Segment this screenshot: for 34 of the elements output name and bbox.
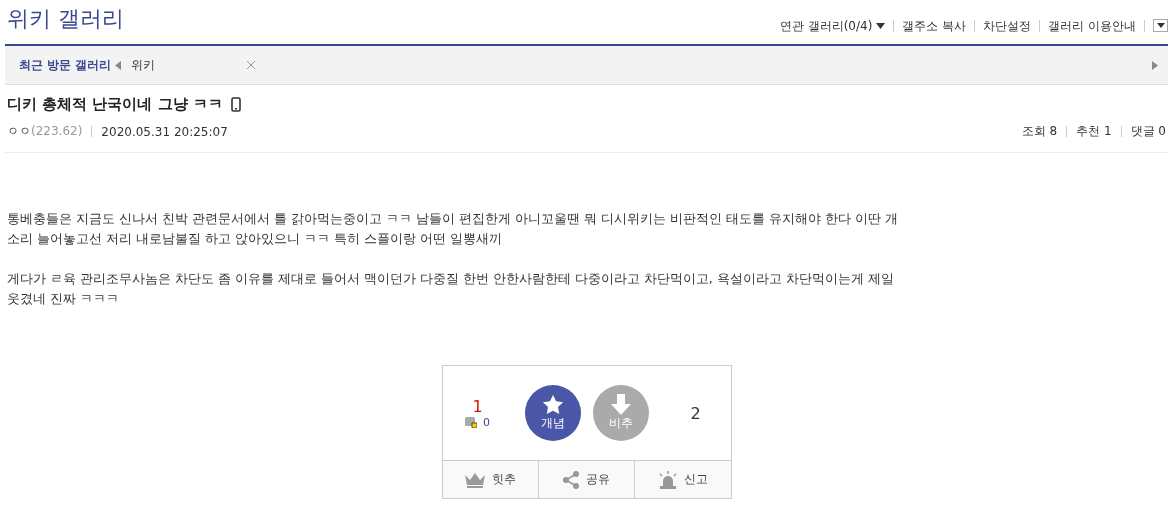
down-arrow-icon (609, 394, 632, 415)
upvote-button[interactable]: 개념 (524, 385, 581, 441)
author-ip: (223.62) (31, 124, 83, 138)
author-name[interactable]: ㅇㅇ(223.62) (7, 123, 83, 140)
post-date: 2020.05.31 20:25:07 (101, 124, 228, 139)
downvote-count: 2 (690, 403, 701, 423)
header-link[interactable]: 차단설정 (975, 19, 1041, 32)
close-button[interactable] (247, 58, 256, 72)
recent-gallery-link[interactable]: 위키 (131, 56, 248, 74)
fixed-user-count: 0 (483, 416, 490, 429)
action-button[interactable]: 신고 (635, 461, 731, 498)
post-title: 디키 총체적 난국이네 그냥 ㅋㅋ (7, 95, 223, 114)
action-button[interactable]: 공유 (538, 461, 636, 498)
post-stat: 댓글 0 (1130, 123, 1166, 140)
dropdown-button[interactable] (1153, 19, 1168, 32)
header-link[interactable]: 갤주소 복사 (894, 19, 976, 32)
recent-galleries-label: 최근 방문 갤러리 (19, 56, 112, 74)
siren-icon (657, 470, 678, 489)
caret-icon (1156, 23, 1165, 28)
gallery-title[interactable]: 위키 갤러리 (7, 4, 124, 34)
header-link[interactable]: 갤러리 이용안내 (1040, 19, 1145, 32)
share-icon (562, 470, 581, 489)
post-stat: 조회 8 (1021, 123, 1058, 140)
header-link[interactable]: 연관 갤러리(0/4) (771, 19, 895, 32)
star-icon (541, 394, 564, 415)
left-arrow-icon[interactable] (115, 60, 122, 70)
upvote-count: 1 (472, 397, 483, 416)
right-arrow-icon[interactable] (1152, 60, 1158, 70)
action-button[interactable]: 힛추 (442, 461, 539, 498)
fixed-user-icon (465, 417, 477, 428)
post-paragraph: 게다가 ㄹ육 관리조무사놈은 차단도 좀 이유를 제대로 들어서 맥이던가 다중질 한번 안한사람한테 다중이라고 차단먹이고, 욕설이라고 차단먹이는게 제일 웃겼네 진짜 ㅋㅋㅋ (7, 270, 895, 308)
post-stat: 추천 1 (1076, 123, 1112, 140)
post-paragraph: 통베충들은 지금도 신나서 친박 관련문서에서 틀 갉아먹는중이고 ㅋㅋ 남들이 편집한게 아니꼬울땐 뭐 디시위키는 비판적인 태도를 유지해야 한다 이딴 개 소리 늘어놓고선 저리 내로남불질 하고 앉아있으니 ㅋㅋ 특히 스플이랑 어떤 일뽕새끼 (7, 210, 899, 248)
crown-icon (464, 471, 487, 488)
